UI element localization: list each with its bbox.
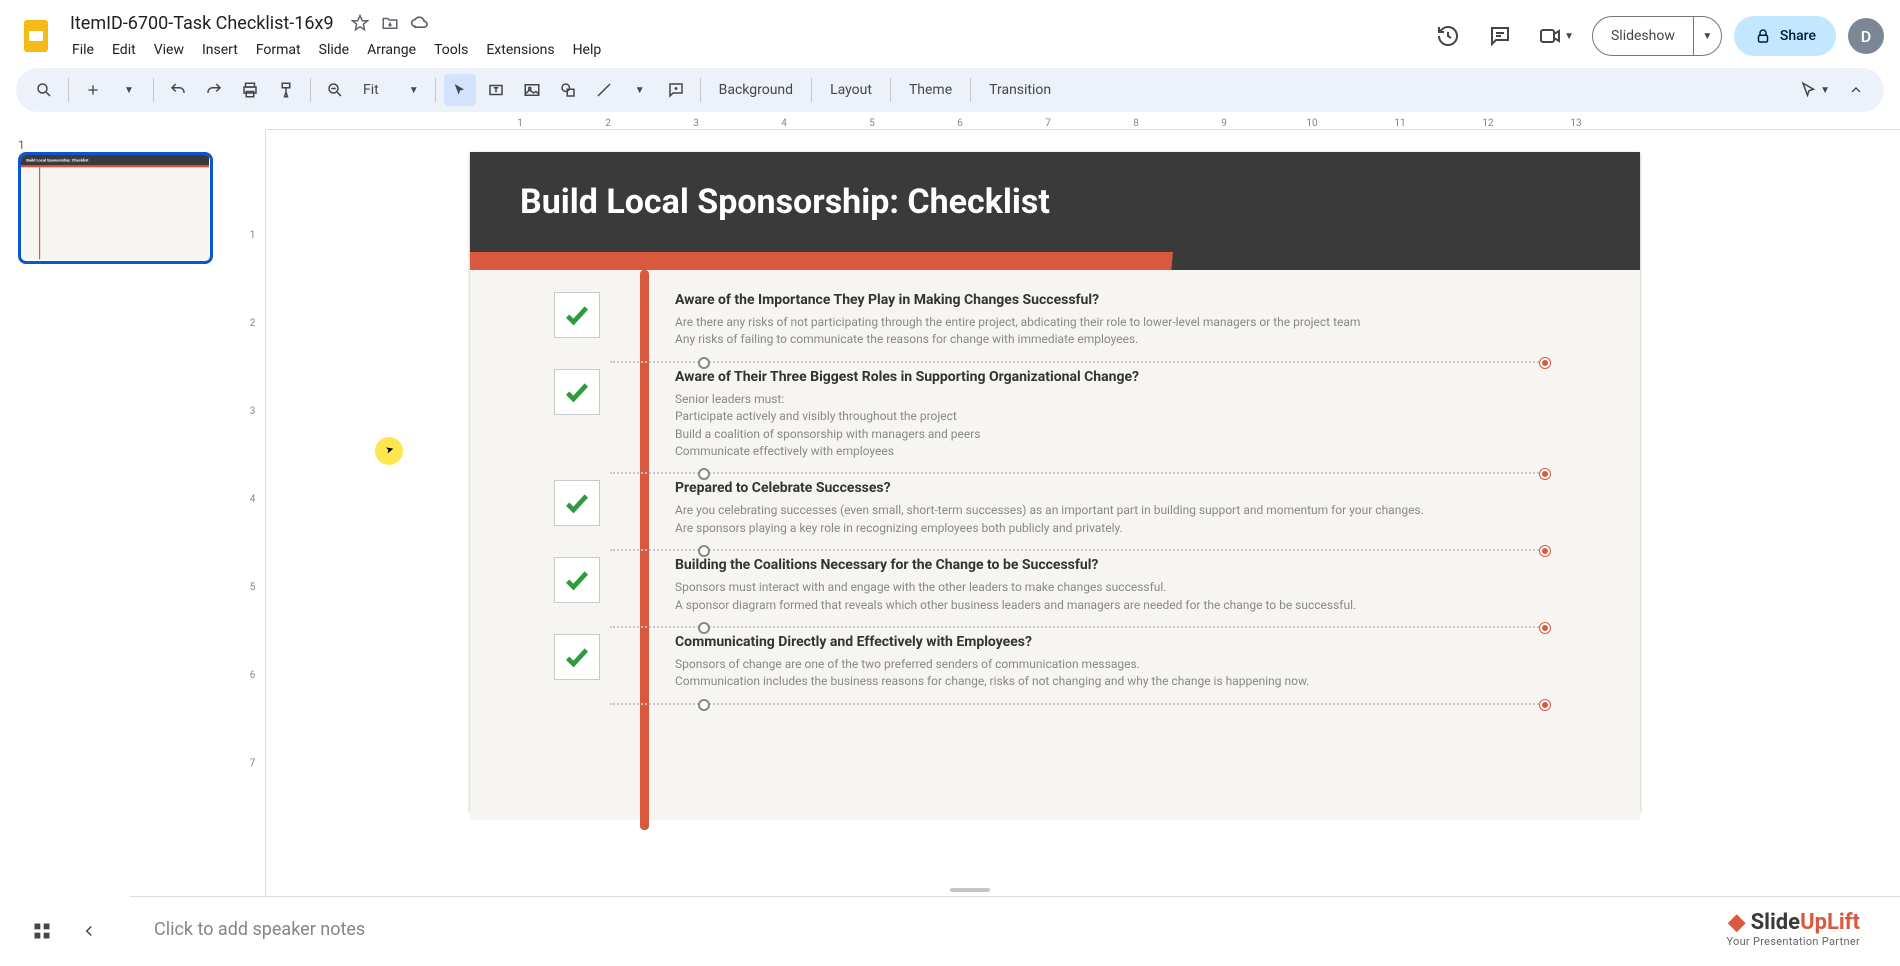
menu-arrange[interactable]: Arrange: [359, 38, 424, 62]
filmstrip: 1 Build Local Sponsorship: Checklist: [0, 112, 240, 896]
checkbox-icon: [554, 369, 600, 415]
zoom-select[interactable]: Fit▼: [355, 82, 427, 98]
header-right: ▼ Slideshow ▼ Share D: [1428, 16, 1884, 56]
slide-number: 1: [18, 138, 25, 152]
line-icon[interactable]: [588, 74, 620, 106]
menu-insert[interactable]: Insert: [194, 38, 246, 62]
print-icon[interactable]: [234, 74, 266, 106]
collapse-filmstrip-icon[interactable]: [80, 922, 98, 940]
item-title: Communicating Directly and Effectively w…: [675, 634, 1309, 650]
cloud-icon[interactable]: [410, 13, 430, 33]
select-tool-icon[interactable]: [444, 74, 476, 106]
undo-icon[interactable]: [162, 74, 194, 106]
checkbox-icon: [554, 634, 600, 680]
slide-canvas[interactable]: Build Local Sponsorship: Checklist Aware…: [470, 152, 1640, 812]
comment-add-icon[interactable]: [660, 74, 692, 106]
image-icon[interactable]: [516, 74, 548, 106]
paint-format-icon[interactable]: [270, 74, 302, 106]
app-header: ItemID-6700-Task Checklist-16x9 File Edi…: [0, 0, 1900, 64]
editing-mode-icon[interactable]: ▼: [1796, 74, 1834, 106]
item-title: Aware of Their Three Biggest Roles in Su…: [675, 369, 1139, 385]
workspace: 1 Build Local Sponsorship: Checklist 123…: [0, 112, 1900, 896]
menu-extensions[interactable]: Extensions: [478, 38, 562, 62]
slides-logo[interactable]: [16, 16, 56, 56]
share-button[interactable]: Share: [1734, 16, 1836, 56]
menu-tools[interactable]: Tools: [426, 38, 476, 62]
item-title: Aware of the Importance They Play in Mak…: [675, 292, 1360, 308]
star-icon[interactable]: [350, 13, 370, 33]
menu-help[interactable]: Help: [565, 38, 610, 62]
canvas-area[interactable]: 12345678910111213 1234567 Build Local Sp…: [240, 112, 1900, 896]
item-title: Prepared to Celebrate Successes?: [675, 480, 1424, 496]
hide-menus-icon[interactable]: [1840, 74, 1872, 106]
move-icon[interactable]: [380, 13, 400, 33]
grid-view-icon[interactable]: [32, 921, 52, 941]
toolbar: ▼ Fit▼ ▼ Background Layout Theme Transit…: [16, 68, 1884, 112]
meet-icon[interactable]: ▼: [1532, 16, 1580, 56]
item-body: Senior leaders must: Participate activel…: [675, 391, 1139, 461]
checklist-item: Prepared to Celebrate Successes? Are you…: [530, 472, 1590, 549]
menubar: File Edit View Insert Format Slide Arran…: [64, 38, 1428, 62]
theme-button[interactable]: Theme: [899, 82, 962, 98]
layout-button[interactable]: Layout: [820, 82, 882, 98]
history-icon[interactable]: [1428, 16, 1468, 56]
slideshow-button: Slideshow ▼: [1592, 16, 1722, 56]
horizontal-ruler: 12345678910111213: [266, 112, 1900, 130]
menu-file[interactable]: File: [64, 38, 102, 62]
slide-title: Build Local Sponsorship: Checklist: [470, 152, 1640, 252]
slideshow-main[interactable]: Slideshow: [1593, 17, 1693, 55]
zoom-icon[interactable]: [319, 74, 351, 106]
menu-edit[interactable]: Edit: [104, 38, 144, 62]
checklist-item: Aware of the Importance They Play in Mak…: [530, 284, 1590, 361]
share-label: Share: [1780, 28, 1816, 44]
watermark: ◆ SlideUpLift Your Presentation Partner: [1726, 910, 1860, 948]
new-slide-icon[interactable]: [77, 74, 109, 106]
item-body: Sponsors of change are one of the two pr…: [675, 656, 1309, 691]
slideshow-dropdown[interactable]: ▼: [1693, 17, 1721, 55]
background-button[interactable]: Background: [709, 82, 803, 98]
doc-title[interactable]: ItemID-6700-Task Checklist-16x9: [64, 11, 340, 36]
checkbox-icon: [554, 557, 600, 603]
line-dropdown[interactable]: ▼: [624, 74, 656, 106]
cursor-highlight: [375, 437, 403, 465]
redo-icon[interactable]: [198, 74, 230, 106]
menu-slide[interactable]: Slide: [311, 38, 357, 62]
comments-icon[interactable]: [1480, 16, 1520, 56]
checklist-item: Communicating Directly and Effectively w…: [530, 626, 1590, 703]
speaker-notes-bar: Click to add speaker notes ◆ SlideUpLift…: [0, 896, 1900, 966]
item-body: Are there any risks of not participating…: [675, 314, 1360, 349]
search-menus-icon[interactable]: [28, 74, 60, 106]
slide-thumbnail-1[interactable]: Build Local Sponsorship: Checklist: [18, 152, 213, 264]
transition-button[interactable]: Transition: [979, 82, 1061, 98]
accent-bar: [470, 252, 1640, 270]
checkbox-icon: [554, 480, 600, 526]
shape-icon[interactable]: [552, 74, 584, 106]
item-title: Building the Coalitions Necessary for th…: [675, 557, 1356, 573]
title-area: ItemID-6700-Task Checklist-16x9 File Edi…: [64, 11, 1428, 62]
item-body: Sponsors must interact with and engage w…: [675, 579, 1356, 614]
account-avatar[interactable]: D: [1848, 18, 1884, 54]
slide-body: Aware of the Importance They Play in Mak…: [470, 270, 1640, 820]
item-body: Are you celebrating successes (even smal…: [675, 502, 1424, 537]
vertical-ruler: 1234567: [240, 130, 266, 896]
checklist-item: Aware of Their Three Biggest Roles in Su…: [530, 361, 1590, 473]
notes-resize-handle[interactable]: [950, 888, 990, 892]
menu-view[interactable]: View: [146, 38, 192, 62]
menu-format[interactable]: Format: [248, 38, 309, 62]
textbox-icon[interactable]: [480, 74, 512, 106]
checklist-item: Building the Coalitions Necessary for th…: [530, 549, 1590, 626]
checkbox-icon: [554, 292, 600, 338]
new-slide-dropdown[interactable]: ▼: [113, 74, 145, 106]
lock-icon: [1754, 27, 1772, 45]
speaker-notes-input[interactable]: Click to add speaker notes: [130, 896, 1900, 966]
